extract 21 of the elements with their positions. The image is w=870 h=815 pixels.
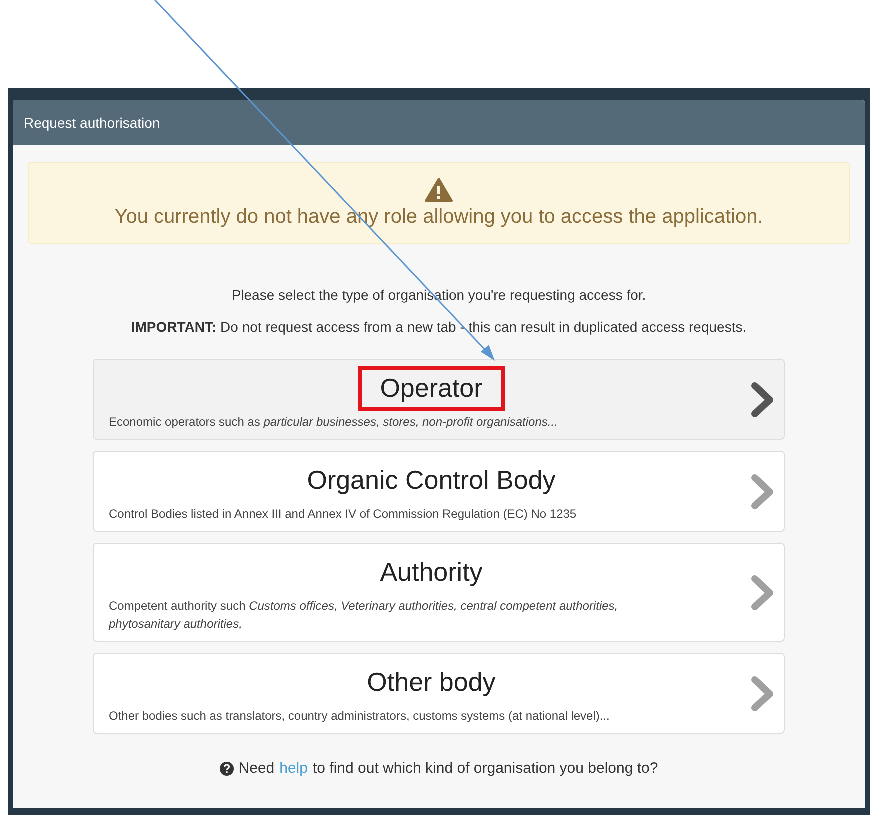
warning-icon: [425, 178, 453, 202]
help-text: to find out which kind of organisation you belong to?: [312, 760, 658, 777]
help-text: Need: [238, 760, 275, 777]
option-description: Other bodies such as translators, country administrators, customs systems (at national level)...: [109, 708, 611, 725]
panel-title: Request authorisation: [13, 100, 865, 145]
organisation-option[interactable]: Operator Economic operators such as particular businesses, stores, non-profit organisations...: [93, 359, 785, 440]
organisation-option[interactable]: Other body Other bodies such as translators, country administrators, customs systems (at national level)...: [93, 653, 785, 734]
option-description: Economic operators such as particular businesses, stores, non-profit organisations...: [109, 414, 559, 431]
option-description: Control Bodies listed in Annex III and Annex IV of Commission Regulation (EC) No 1235: [109, 506, 578, 523]
organisation-option[interactable]: Authority Competent authority such Customs offices, Veterinary authorities, central competent authorities, phytosanitary authorities,: [93, 543, 785, 642]
organisation-option[interactable]: Organic Control Body Control Bodies listed in Annex III and Annex IV of Commission Regulation (EC) No 1235: [93, 451, 785, 532]
chevron-right-icon: [750, 676, 776, 712]
chevron-right-icon: [750, 474, 776, 510]
option-description: Competent authority such Customs offices, Veterinary authorities, central competent authorities, phytosanitary authorities,: [109, 598, 620, 633]
option-title: Other body: [366, 666, 497, 699]
option-title: Operator: [358, 366, 505, 411]
option-title: Authority: [379, 556, 484, 589]
option-title: Organic Control Body: [306, 464, 557, 497]
help-icon: [220, 762, 234, 776]
chevron-right-icon: [750, 574, 776, 610]
chevron-right-icon: [750, 382, 776, 418]
